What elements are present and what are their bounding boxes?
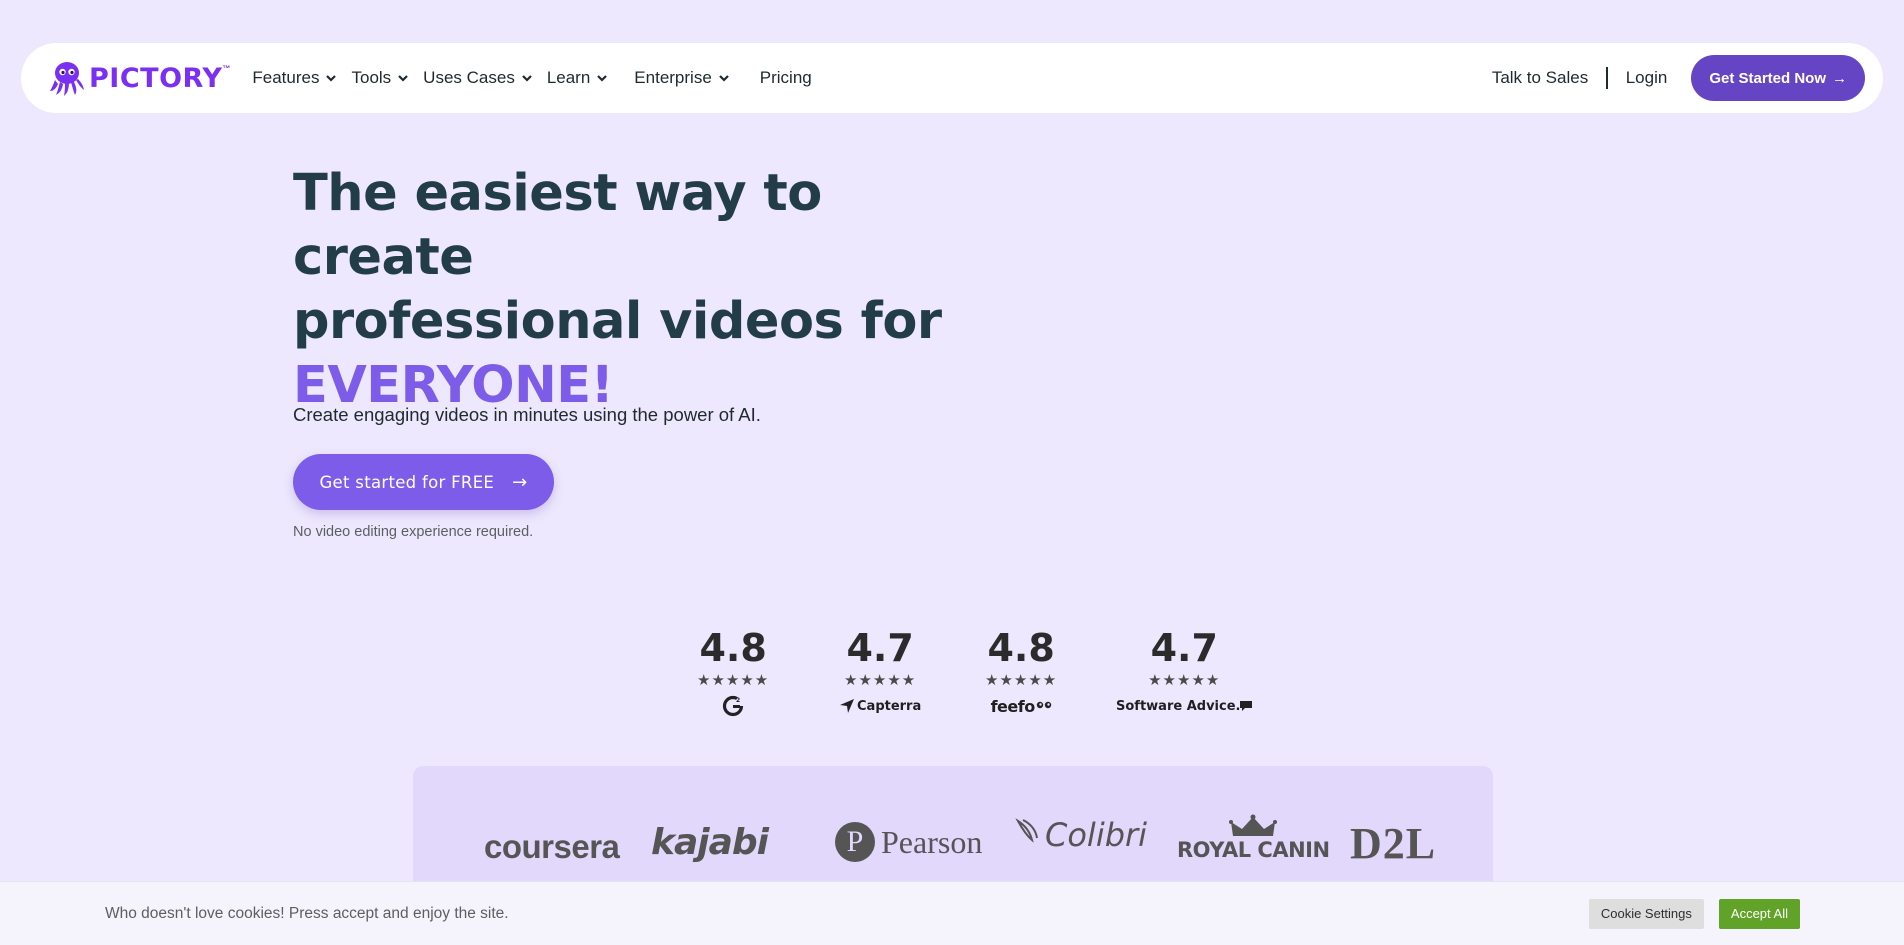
rating-software-advice: 4.7 ★★★★★ Software Advice. [1116,626,1253,716]
pictory-logo[interactable]: PICTORY ™ [47,58,230,98]
nav-item-use-cases[interactable]: Uses Cases [423,68,533,88]
button-label: Get started for FREE [319,472,495,492]
feefo-eyes-icon [1036,701,1051,709]
nav-item-label: Enterprise [634,68,712,87]
logo-wordmark: PICTORY [89,62,223,94]
hero-subtitle: Create engaging videos in minutes using … [293,404,761,425]
rating-score: 4.7 [1150,626,1218,670]
svg-text:2: 2 [736,697,740,704]
royal-canin-label: ROYAL CANIN [1177,838,1330,862]
chevron-down-icon [596,72,608,84]
nav-item-tools[interactable]: Tools [351,68,409,88]
nav-item-enterprise[interactable]: Enterprise [634,68,729,88]
nav-item-label: Tools [351,68,392,87]
rating-feefo: 4.8 ★★★★★ feefo [985,626,1057,716]
nav-item-label: Uses Cases [423,68,515,87]
button-label: Get Started Now [1709,69,1826,87]
star-rating-icon: ★★★★★ [985,672,1058,689]
rating-capterra: 4.7 ★★★★★ Capterra [839,626,921,716]
pearson-label: Pearson [881,823,983,860]
nav-item-learn[interactable]: Learn [547,68,608,88]
colibri-label: Colibri [1045,816,1148,854]
accept-all-button[interactable]: Accept All [1718,898,1800,929]
hummingbird-icon [1015,818,1038,843]
nav-item-label: Features [252,68,320,87]
get-started-now-button[interactable]: Get Started Now → [1691,55,1865,101]
pearson-p-icon: P [835,822,875,862]
talk-to-sales-link[interactable]: Talk to Sales [1492,68,1588,88]
capterra-logo: Capterra [839,696,921,716]
hero-title-line-1: The easiest way to create [293,164,822,287]
rating-score: 4.8 [987,626,1055,670]
coursera-logo: coursera [484,828,620,865]
nav-item-label: Learn [546,68,591,87]
speech-bubble-icon [1240,701,1253,711]
feefo-logo: feefo [991,696,1052,716]
hero-title-line-2: professional videos for [293,292,942,351]
rating-score: 4.7 [846,626,914,670]
logo-trademark: ™ [222,64,231,73]
capterra-label: Capterra [857,698,922,714]
arrow-right-icon: → [1832,69,1847,87]
nav-item-pricing[interactable]: Pricing [760,68,812,88]
cookie-message: Who doesn't love cookies! Press accept a… [105,904,509,922]
nav-actions: Talk to Sales Login Get Started Now → [1492,55,1865,101]
arrow-right-icon: → [512,471,528,493]
chevron-down-icon [325,72,337,84]
cta-note: No video editing experience required. [293,524,534,540]
rating-g2: 4.8 ★★★★★ 2 [697,626,770,717]
rating-score: 4.8 [699,626,767,670]
get-started-free-button[interactable]: Get started for FREE → [293,454,554,510]
kajabi-logo: kajabi [651,822,769,863]
hero-title: The easiest way to create professional v… [293,162,1013,418]
octopus-logo-icon [47,58,87,98]
nav-item-features[interactable]: Features [252,68,337,88]
chevron-down-icon [718,72,730,84]
d2l-logo: D2L [1350,819,1437,868]
colibri-logo: Colibri [1015,816,1147,854]
crown-icon [1229,814,1278,836]
star-rating-icon: ★★★★★ [1148,672,1221,689]
cookie-consent-bar: Who doesn't love cookies! Press accept a… [0,881,1904,945]
software-advice-logo: Software Advice. [1116,696,1253,716]
login-link[interactable]: Login [1626,68,1668,88]
main-menu: Features Tools Uses Cases Learn Enterpri… [252,68,825,88]
royal-canin-logo: ROYAL CANIN [1177,814,1330,862]
nav-divider [1606,67,1608,89]
star-rating-icon: ★★★★★ [844,672,917,689]
chevron-down-icon [521,72,533,84]
capterra-arrow-icon [840,699,854,713]
hero-section: The easiest way to create professional v… [293,162,1013,418]
g2-logo-icon: 2 [722,695,744,717]
software-advice-label: Software Advice. [1116,698,1241,714]
feefo-label: feefo [990,696,1036,716]
ratings-row: 4.8 ★★★★★ 2 4.7 ★★★★★ Capterra 4.8 ★★★★★… [0,626,1904,726]
top-navbar: PICTORY ™ Features Tools Uses Cases Lear… [21,43,1883,113]
pearson-logo: P Pearson [835,822,982,862]
star-rating-icon: ★★★★★ [697,672,770,689]
chevron-down-icon [397,72,409,84]
cookie-settings-button[interactable]: Cookie Settings [1588,898,1704,929]
